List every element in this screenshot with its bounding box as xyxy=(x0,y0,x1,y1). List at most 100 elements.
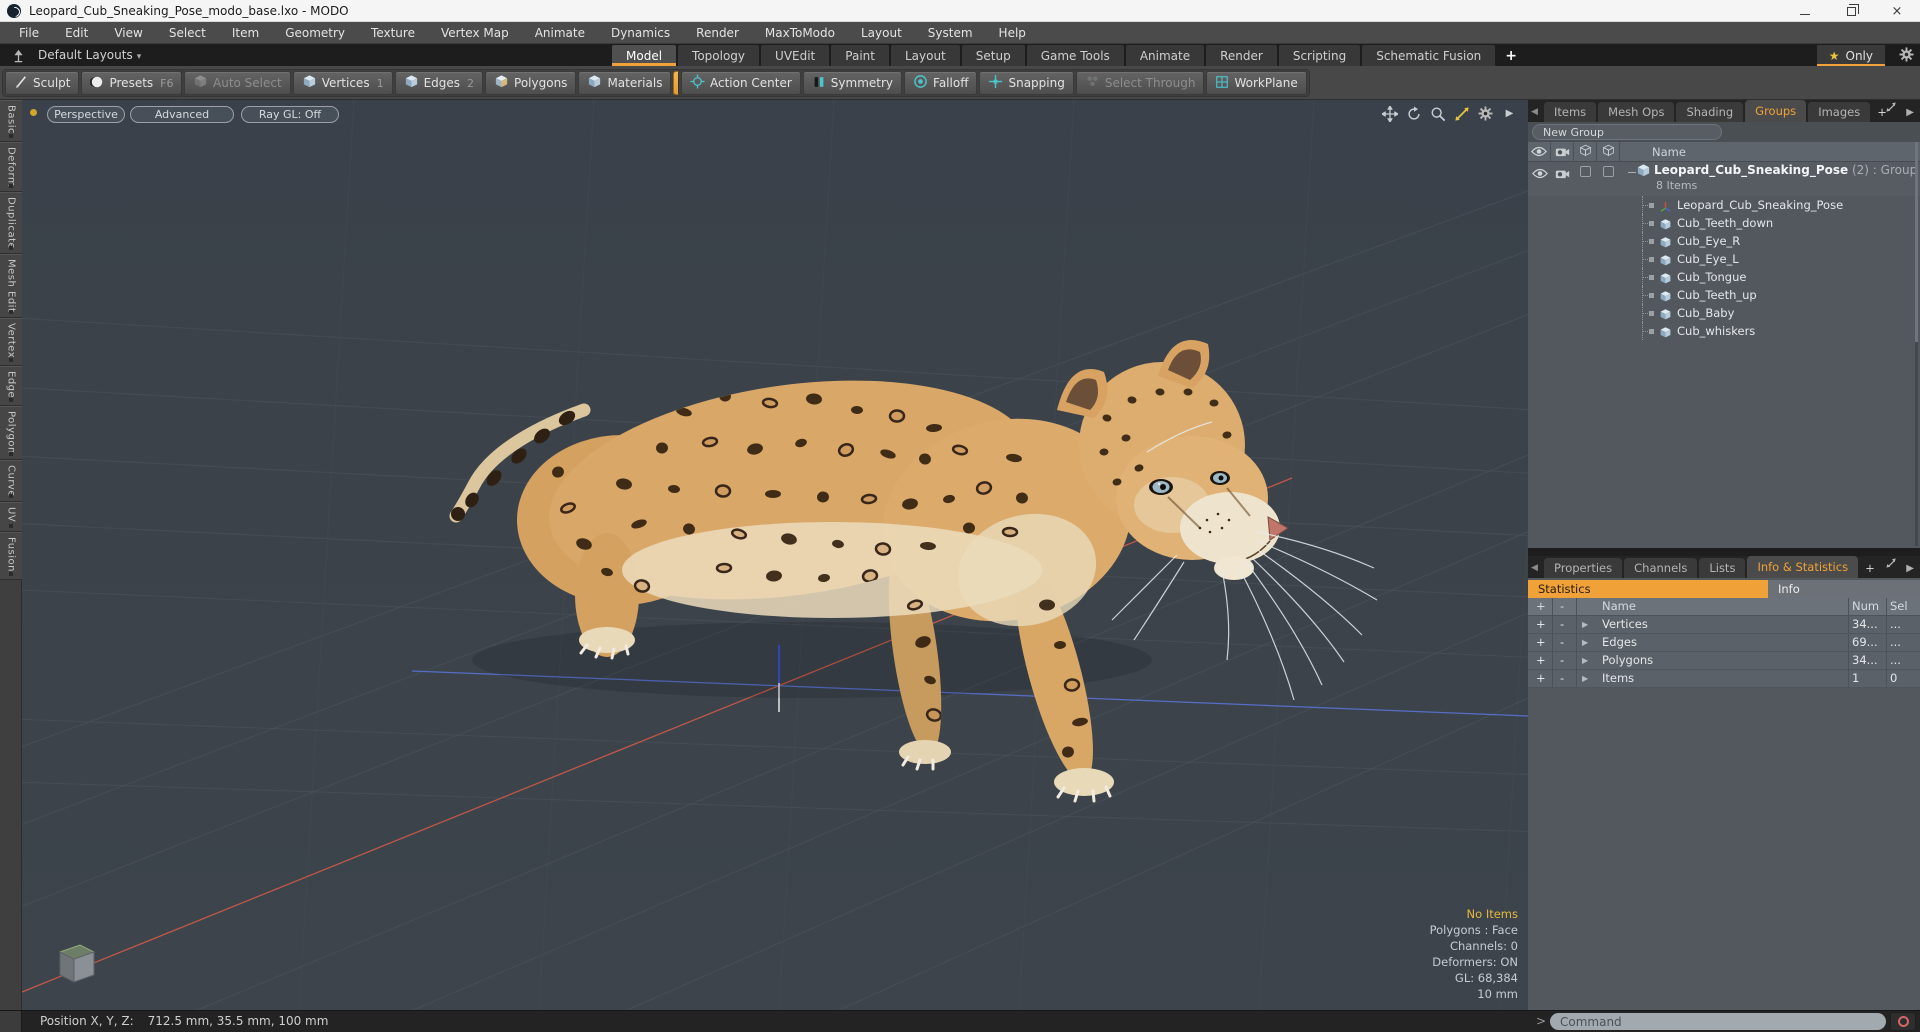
viewport-canvas[interactable] xyxy=(22,100,1528,1010)
menu-view[interactable]: View xyxy=(101,22,155,44)
statistics-row[interactable]: + - ▶ Vertices 34...... xyxy=(1528,616,1920,634)
tab-properties[interactable]: Properties xyxy=(1544,558,1623,578)
sculpt-button[interactable]: Sculpt xyxy=(5,71,80,95)
rotate-icon[interactable] xyxy=(1405,105,1422,122)
statistics-row[interactable]: + - ▶ Edges 69...... xyxy=(1528,634,1920,652)
group-child-row[interactable]: Cub_Teeth_up xyxy=(1528,286,1920,304)
menu-system[interactable]: System xyxy=(915,22,986,44)
tab-add[interactable]: + xyxy=(1860,558,1880,578)
statistics-row[interactable]: + - ▶ Polygons 34...... xyxy=(1528,652,1920,670)
scale-view-icon[interactable] xyxy=(1453,105,1470,122)
group-child-row[interactable]: Cub_Tongue xyxy=(1528,268,1920,286)
layout-tab-paint[interactable]: Paint xyxy=(831,45,889,66)
edges-mode-button[interactable]: Edges 2 xyxy=(394,71,484,95)
layout-switcher[interactable]: Default Layouts ▾ xyxy=(38,44,141,66)
group-child-row[interactable]: Cub_whiskers xyxy=(1528,322,1920,340)
expand-plus[interactable]: + xyxy=(1536,653,1546,667)
tab-scroll-left-icon[interactable]: ◀ xyxy=(1531,563,1538,573)
tab-images[interactable]: Images xyxy=(1808,102,1871,122)
menu-dynamics[interactable]: Dynamics xyxy=(598,22,683,44)
expand-plus[interactable]: + xyxy=(1536,635,1546,649)
close-button[interactable]: × xyxy=(1874,0,1920,22)
left-tab-uv[interactable]: UV xyxy=(0,502,22,532)
expand-plus[interactable]: + xyxy=(1536,671,1546,685)
symmetry-button[interactable]: Symmetry xyxy=(802,71,903,95)
left-tab-edge[interactable]: Edge xyxy=(0,366,22,406)
macro-record-button[interactable] xyxy=(1890,1012,1916,1031)
layout-tab-animate[interactable]: Animate xyxy=(1125,45,1205,66)
minimize-button[interactable] xyxy=(1782,0,1828,22)
menu-vertex-map[interactable]: Vertex Map xyxy=(428,22,522,44)
restore-button[interactable] xyxy=(1828,0,1874,22)
tab-mesh-ops[interactable]: Mesh Ops xyxy=(1598,102,1675,122)
visibility-column-icon[interactable] xyxy=(1528,141,1551,162)
falloff-button[interactable]: Falloff xyxy=(904,71,978,95)
layout-tab-scripting[interactable]: Scripting xyxy=(1278,45,1361,66)
menu-layout[interactable]: Layout xyxy=(848,22,915,44)
tab-items[interactable]: Items xyxy=(1544,102,1597,122)
left-tab-mesh-edit[interactable]: Mesh Edit xyxy=(0,254,22,318)
tab-channels[interactable]: Channels xyxy=(1624,558,1698,578)
menu-texture[interactable]: Texture xyxy=(358,22,428,44)
layout-tab-model[interactable]: Model xyxy=(612,45,677,66)
menu-animate[interactable]: Animate xyxy=(522,22,598,44)
solid-cube-column-icon[interactable] xyxy=(1597,141,1620,162)
materials-mode-button[interactable]: Materials xyxy=(578,71,672,95)
vertices-mode-button[interactable]: Vertices 1 xyxy=(292,71,393,95)
panel-expand-icon[interactable] xyxy=(1885,555,1898,574)
viewport-shading-button[interactable]: Advanced xyxy=(130,106,234,123)
layout-tab-game-tools[interactable]: Game Tools xyxy=(1026,45,1124,66)
row-arrow-icon[interactable]: ▶ xyxy=(1582,674,1588,683)
workplane-button[interactable]: WorkPlane xyxy=(1206,71,1307,95)
group-child-row[interactable]: Leopard_Cub_Sneaking_Pose xyxy=(1528,196,1920,214)
action-center-button[interactable]: Action Center xyxy=(681,71,801,95)
tab-scroll-left-icon[interactable]: ◀ xyxy=(1531,107,1538,117)
tab-lists[interactable]: Lists xyxy=(1699,558,1746,578)
layout-tab-uvedit[interactable]: UVEdit xyxy=(761,45,830,66)
collapse-minus[interactable]: - xyxy=(1560,617,1564,631)
menu-geometry[interactable]: Geometry xyxy=(272,22,358,44)
statistics-row[interactable]: + - ▶ Items 1 0 xyxy=(1528,670,1920,688)
wire-cube-column-icon[interactable] xyxy=(1574,141,1597,162)
group-checkbox-2[interactable] xyxy=(1597,166,1620,177)
layout-tab-schematic-fusion[interactable]: Schematic Fusion xyxy=(1362,45,1496,66)
command-input[interactable] xyxy=(1550,1013,1886,1030)
subtab-statistics[interactable]: Statistics xyxy=(1528,580,1768,598)
group-row[interactable]: Leopard_Cub_Sneaking_Pose (2) : Group 8 … xyxy=(1528,162,1920,196)
menu-render[interactable]: Render xyxy=(683,22,752,44)
viewport-gear-icon[interactable] xyxy=(1477,105,1494,122)
panel-flyout-icon[interactable]: ▶ xyxy=(1906,563,1914,574)
collapse-minus[interactable]: - xyxy=(1560,635,1564,649)
subtab-info[interactable]: Info xyxy=(1768,580,1920,598)
panel-flyout-icon[interactable]: ▶ xyxy=(1906,107,1914,118)
tree-scrollbar[interactable] xyxy=(1915,142,1918,546)
snapping-button[interactable]: Snapping xyxy=(979,71,1074,95)
group-checkbox-1[interactable] xyxy=(1574,166,1597,177)
group-camera-icon[interactable] xyxy=(1551,164,1574,183)
zoom-icon[interactable] xyxy=(1429,105,1446,122)
layout-gear-icon[interactable] xyxy=(1899,47,1914,66)
menu-file[interactable]: File xyxy=(6,22,52,44)
collapse-minus[interactable]: - xyxy=(1560,671,1564,685)
menu-maxtomodo[interactable]: MaxToModo xyxy=(752,22,848,44)
menu-edit[interactable]: Edit xyxy=(52,22,101,44)
layout-tab-layout[interactable]: Layout xyxy=(890,45,960,66)
group-child-row[interactable]: Cub_Teeth_down xyxy=(1528,214,1920,232)
collapse-minus[interactable]: - xyxy=(1560,653,1564,667)
render-column-icon[interactable] xyxy=(1551,141,1574,162)
viewport-3d[interactable]: Perspective Advanced Ray GL: Off ▶ No It… xyxy=(22,100,1528,1010)
group-child-row[interactable]: Cub_Eye_L xyxy=(1528,250,1920,268)
menu-help[interactable]: Help xyxy=(986,22,1039,44)
left-tab-duplicate[interactable]: Duplicate xyxy=(0,192,22,254)
auto-select-button[interactable]: Auto Select xyxy=(184,71,291,95)
row-arrow-icon[interactable]: ▶ xyxy=(1582,620,1588,629)
leopard-cub-model[interactable] xyxy=(449,340,1378,803)
left-tab-curve[interactable]: Curve xyxy=(0,460,22,502)
left-tab-polygon[interactable]: Polygon xyxy=(0,406,22,460)
menu-item[interactable]: Item xyxy=(219,22,272,44)
only-favorites-button[interactable]: ★ Only xyxy=(1816,45,1885,66)
layout-pin-icon[interactable] xyxy=(12,48,25,67)
title-bar[interactable]: Leopard_Cub_Sneaking_Pose_modo_base.lxo … xyxy=(0,0,1920,22)
layout-tab-setup[interactable]: Setup xyxy=(961,45,1025,66)
row-arrow-icon[interactable]: ▶ xyxy=(1582,656,1588,665)
